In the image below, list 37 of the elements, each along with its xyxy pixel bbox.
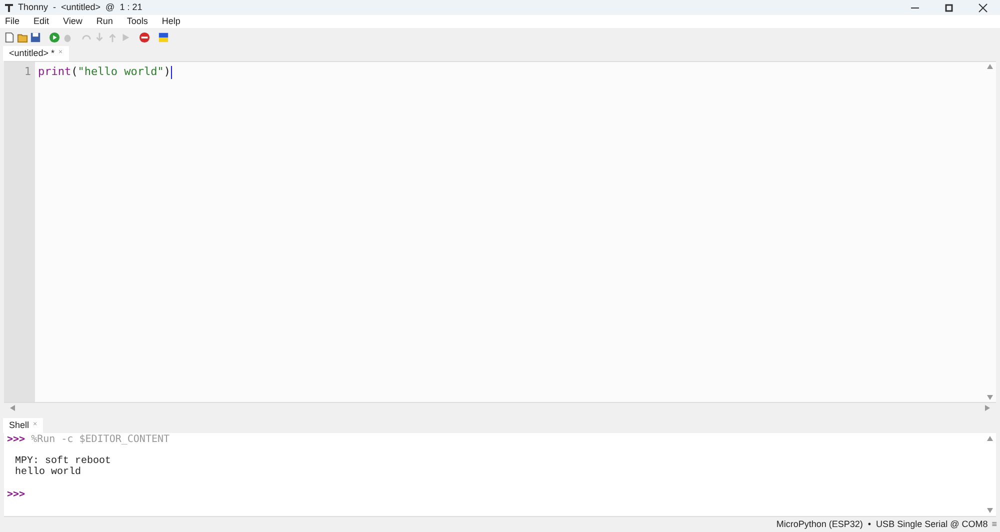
- shell-console[interactable]: >>> %Run -c $EDITOR_CONTENT MPY: soft reboot hello world >>>: [4, 433, 996, 517]
- menu-item[interactable]: Help: [162, 14, 180, 28]
- tab-label: Shell: [9, 418, 30, 432]
- flag-icon[interactable]: [158, 32, 169, 42]
- shell-prompt: >>>: [7, 489, 26, 500]
- close-icon[interactable]: [978, 2, 988, 12]
- shell-prompt: >>>: [7, 434, 26, 445]
- restore-icon[interactable]: [944, 2, 954, 12]
- menu-item[interactable]: View: [63, 14, 82, 28]
- vertical-scrollbar[interactable]: [984, 62, 996, 402]
- scroll-down-icon[interactable]: [987, 395, 993, 400]
- scroll-up-icon[interactable]: [987, 436, 993, 441]
- menu-item[interactable]: File: [5, 14, 20, 28]
- save-icon[interactable]: [30, 32, 41, 42]
- stop-icon[interactable]: [139, 32, 150, 42]
- text-cursor: [171, 66, 172, 78]
- shell-command: %Run -c $EDITOR_CONTENT: [31, 434, 170, 445]
- window-title: Thonny - <untitled> @ 1 : 21: [18, 0, 142, 14]
- run-icon[interactable]: [49, 32, 60, 42]
- shell-output: hello world: [14, 467, 82, 478]
- folder-icon[interactable]: [17, 32, 28, 42]
- scroll-left-icon[interactable]: [10, 405, 15, 411]
- line-number: 1: [24, 65, 31, 79]
- new-file-icon[interactable]: [4, 32, 15, 42]
- shell-output: MPY: soft reboot: [14, 456, 112, 467]
- code-line: print("hello world"): [38, 65, 170, 79]
- menu-item[interactable]: Edit: [34, 14, 50, 28]
- app-logo-icon: [4, 2, 14, 12]
- menu-icon[interactable]: ≡: [992, 518, 997, 532]
- scroll-right-icon[interactable]: [985, 405, 990, 411]
- status-text[interactable]: MicroPython (ESP32) • USB Single Serial @ COM8: [776, 518, 988, 532]
- scroll-up-icon[interactable]: [987, 64, 993, 69]
- tab-label: <untitled> *: [9, 46, 55, 60]
- code-editor[interactable]: 1 print("hello world"): [4, 61, 996, 403]
- menu-item[interactable]: Tools: [126, 14, 148, 28]
- scroll-down-icon[interactable]: [987, 508, 993, 513]
- menu-item[interactable]: Run: [96, 14, 113, 28]
